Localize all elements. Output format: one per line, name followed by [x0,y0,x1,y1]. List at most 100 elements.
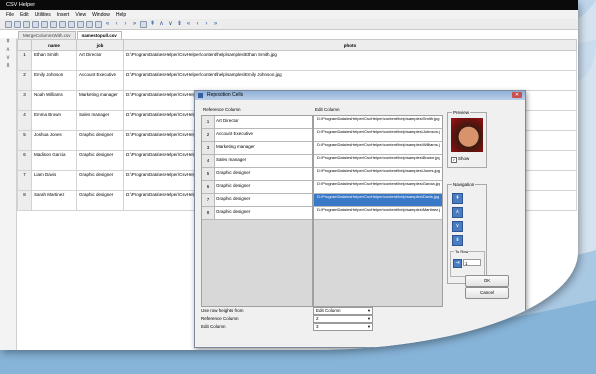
list-item-selected[interactable]: D:\ProgramData\esHelper\CsvHelper\conten… [314,194,442,207]
scroll-forward-icon[interactable]: › [203,21,210,28]
list-item[interactable]: 5 Graphic designer [202,168,312,181]
up-row-nav-icon[interactable]: ∧ [0,46,16,54]
save-icon[interactable] [23,20,30,28]
show-checkbox[interactable]: ✓ [451,157,457,163]
list-item[interactable]: D:\ProgramData\esHelper\CsvHelper\conten… [314,116,442,129]
scroll-back-icon[interactable]: ‹ [194,21,201,28]
copy-icon[interactable] [50,20,57,28]
tab-namestopull[interactable]: namestopull.csv [76,31,122,39]
column-header-job[interactable]: job [76,39,124,51]
cut-icon[interactable] [41,20,48,28]
first-column-icon[interactable]: « [104,21,111,28]
cell-photo[interactable]: D:\ProgramData\esHelper\CsvHelper\conten… [123,70,577,91]
ok-button[interactable]: OK [465,275,509,287]
cell-name[interactable]: Liam Davis [31,170,77,191]
cell-name[interactable]: Ethan Smith [31,50,77,71]
cell-photo[interactable]: D:\ProgramData\esHelper\CsvHelper\conten… [123,50,577,71]
row-navigation-bar: ⇞ ∧ ∨ ⇟ [0,38,17,350]
row-height-select[interactable]: Edit Column ▼ [313,307,373,315]
print-icon[interactable] [32,20,39,28]
reference-column-select[interactable]: 2 ▼ [313,315,373,323]
list-item[interactable]: 2 Account Executive [202,129,312,142]
row-number[interactable]: 1 [17,50,32,71]
list-item[interactable]: 7 Graphic designer [202,194,312,207]
cell-name[interactable]: Emma Brown [31,110,77,131]
list-item[interactable]: 8 Graphic designer [202,207,312,220]
table-icon[interactable] [95,20,102,28]
row-number[interactable]: 2 [17,70,32,91]
column-header-name[interactable]: name [31,39,77,51]
menu-file[interactable]: File [6,12,14,18]
previous-row-icon[interactable]: ∧ [158,21,165,28]
cell-job[interactable]: Sales manager [76,110,124,131]
filter-icon[interactable] [86,20,93,28]
tab-mergecolumns[interactable]: MergeColumnsWith.csv [18,31,76,39]
new-file-icon[interactable] [5,20,12,28]
list-item[interactable]: 1 Art Director [202,116,312,129]
menu-insert[interactable]: Insert [57,12,70,18]
list-item[interactable]: 6 Graphic designer [202,181,312,194]
list-item[interactable]: D:\ProgramData\esHelper\CsvHelper\conten… [314,129,442,142]
paste-icon[interactable] [59,20,66,28]
menu-edit[interactable]: Edit [20,12,29,18]
cancel-button[interactable]: Cancel [465,287,509,299]
first-row-nav-icon[interactable]: ⇞ [0,38,16,46]
scroll-left-icon[interactable]: « [185,21,192,28]
list-item[interactable]: D:\ProgramData\esHelper\CsvHelper\conten… [314,207,442,220]
list-item[interactable]: 3 Marketing manager [202,142,312,155]
cell-name[interactable]: Sarah Martinez [31,190,77,211]
cell-job[interactable]: Marketing manager [76,90,124,111]
menu-window[interactable]: Window [92,12,110,18]
row-number[interactable]: 6 [17,150,32,171]
redo-icon[interactable] [77,20,84,28]
go-to-row-icon[interactable]: ⇥ [453,259,462,268]
table-row[interactable]: 2 Emily Johnson Account Executive D:\Progra… [17,70,577,91]
row-number[interactable]: 4 [17,110,32,131]
cell-job[interactable]: Graphic designer [76,130,124,151]
to-row-input[interactable]: 1 [463,259,481,266]
last-row-icon[interactable]: ⇟ [176,21,183,28]
next-row-icon[interactable]: ∨ [452,221,463,232]
cell-name[interactable]: Emily Johnson [31,70,77,91]
list-item[interactable]: 4 Sales manager [202,155,312,168]
cell-job[interactable]: Graphic designer [76,190,124,211]
edit-column-select[interactable]: 3 ▼ [313,323,373,331]
previous-column-icon[interactable]: ‹ [113,21,120,28]
next-row-icon[interactable]: ∨ [167,21,174,28]
down-row-nav-icon[interactable]: ∨ [0,54,16,62]
first-row-icon[interactable]: ⇞ [149,21,156,28]
row-number[interactable]: 5 [17,130,32,151]
cell-name[interactable]: Joshua Jones [31,130,77,151]
open-file-icon[interactable] [14,20,21,28]
list-item[interactable]: D:\ProgramData\esHelper\CsvHelper\conten… [314,142,442,155]
cell-name[interactable]: Madison Garcia [31,150,77,171]
menu-utilities[interactable]: Utilities [35,12,51,18]
list-item[interactable]: D:\ProgramData\esHelper\CsvHelper\conten… [314,168,442,181]
last-row-icon[interactable]: ⇟ [452,235,463,246]
cell-job[interactable]: Graphic designer [76,150,124,171]
list-item[interactable]: D:\ProgramData\esHelper\CsvHelper\conten… [314,181,442,194]
row-number[interactable]: 8 [17,190,32,211]
cell-job[interactable]: Graphic designer [76,170,124,191]
row-number[interactable]: 7 [17,170,32,191]
close-icon[interactable]: ✕ [512,92,522,98]
row-number[interactable]: 3 [17,90,32,111]
scroll-right-icon[interactable]: » [212,21,219,28]
insert-column-icon[interactable] [140,20,147,28]
row-number-header[interactable] [17,39,32,51]
previous-row-icon[interactable]: ∧ [452,207,463,218]
last-column-icon[interactable]: » [131,21,138,28]
table-row[interactable]: 1 Ethan Smith Art Director D:\ProgramData\e… [17,50,577,71]
next-column-icon[interactable]: › [122,21,129,28]
menu-view[interactable]: View [75,12,86,18]
cell-job[interactable]: Art Director [76,50,124,71]
column-header-photo[interactable]: photo [123,39,577,51]
menu-help[interactable]: Help [116,12,126,18]
menu-bar: File Edit Utilities Insert View Window H… [0,10,578,19]
cell-job[interactable]: Account Executive [76,70,124,91]
undo-icon[interactable] [68,20,75,28]
cell-name[interactable]: Noah Williams [31,90,77,111]
list-item[interactable]: D:\ProgramData\esHelper\CsvHelper\conten… [314,155,442,168]
last-row-nav-icon[interactable]: ⇟ [0,62,16,70]
first-row-icon[interactable]: ⇞ [452,193,463,204]
